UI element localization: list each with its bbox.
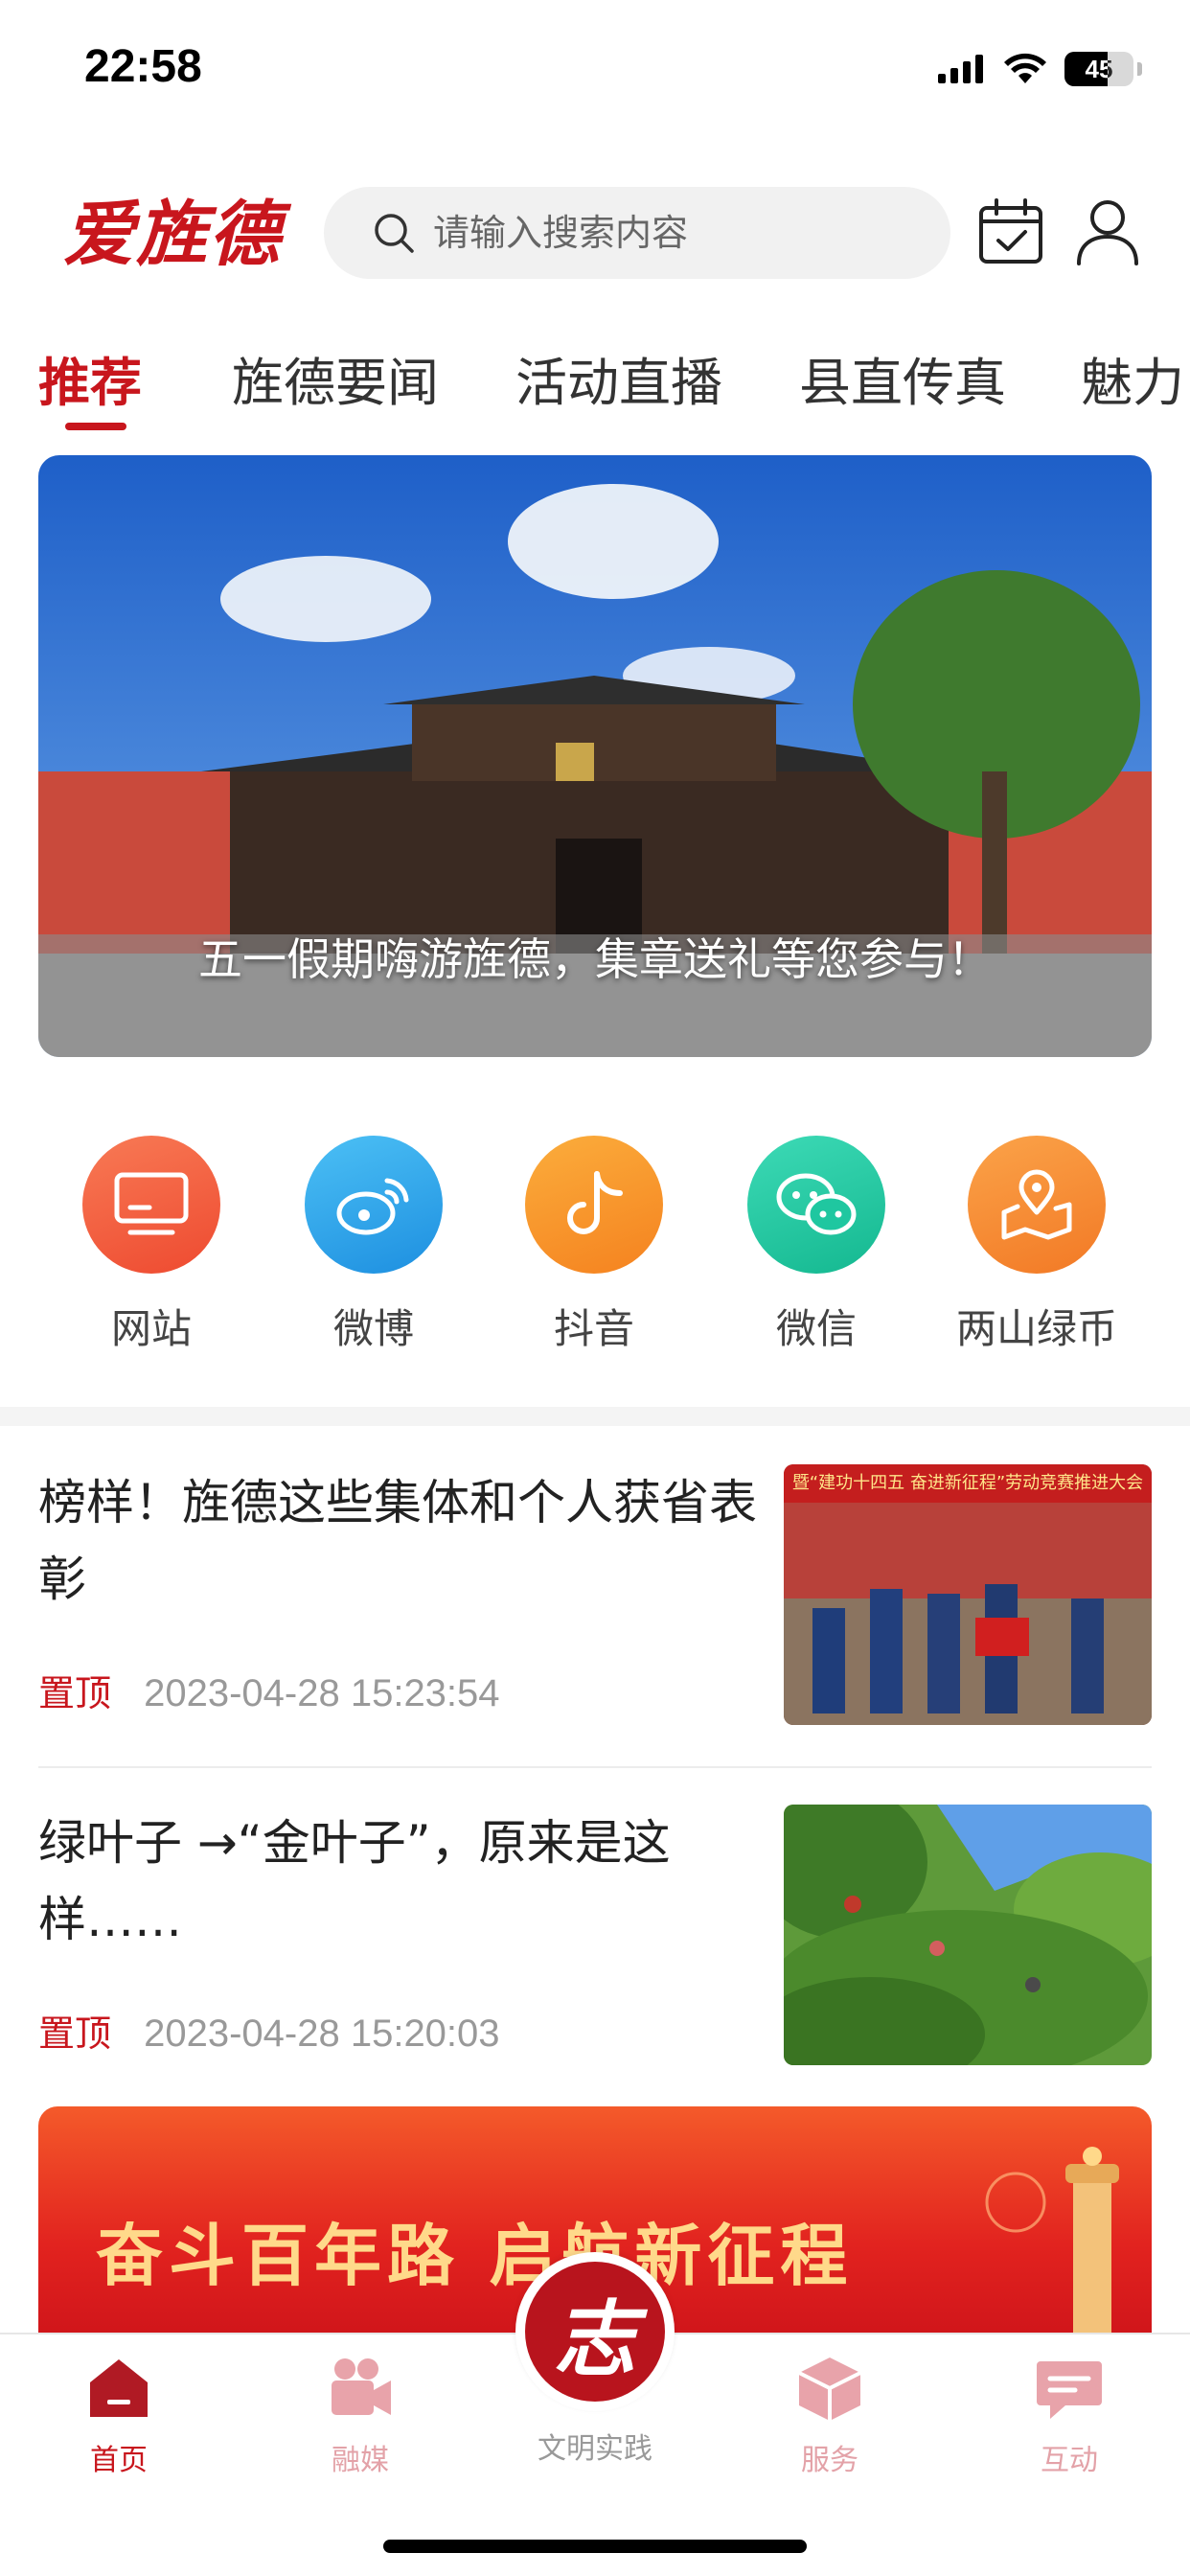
tab-recommend[interactable]: 推荐 [38, 340, 142, 416]
active-tab-indicator [65, 423, 126, 430]
app-header: 爱旌德 [0, 177, 1190, 288]
box-icon [798, 2358, 861, 2421]
quick-link-label: 微信 [775, 1305, 857, 1352]
category-tabs: 推荐 旌德要闻 活动直播 县直传真 魅力 [0, 331, 1190, 436]
monument-decoration [985, 2147, 1119, 2336]
banner-caption: 五一假期嗨游旌德，集章送礼等您参与！ [198, 933, 992, 985]
home-indicator[interactable] [383, 2540, 807, 2553]
news-title: 绿叶子 →“金叶子”，原来是这样…… [38, 1815, 671, 1947]
status-time: 22:58 [84, 41, 202, 92]
user-icon[interactable] [1073, 196, 1142, 265]
tab-county-fax[interactable]: 县直传真 [799, 340, 1006, 416]
battery-level: 45 [1085, 55, 1113, 83]
quick-link-green-coin[interactable]: 两山绿币 [941, 1136, 1133, 1355]
wifi-icon [1004, 53, 1046, 83]
section-divider [0, 1407, 1190, 1426]
quick-link-label: 微博 [332, 1305, 414, 1352]
calendar-check-icon[interactable] [977, 198, 1044, 265]
douyin-icon [525, 1136, 663, 1274]
app-logo[interactable]: 爱旌德 [63, 192, 293, 278]
promo-text: 奋斗百年路 启航新征程 [96, 2217, 854, 2295]
wechat-icon [747, 1136, 885, 1274]
news-separator [38, 1766, 1152, 1768]
news-item[interactable]: 绿叶子 →“金叶子”，原来是这样…… 置顶 2023-04-28 15:20:0… [38, 1785, 1152, 2065]
pinned-tag: 置顶 [38, 2012, 112, 2055]
bottom-nav: 首页 融媒 志 文明实践 服务 互动 [0, 2252, 1190, 2576]
news-time: 2023-04-28 15:20:03 [144, 2012, 500, 2055]
pinned-tag: 置顶 [38, 1672, 112, 1714]
weibo-icon [305, 1136, 443, 1274]
quick-link-label: 抖音 [553, 1305, 634, 1352]
nav-media[interactable]: 融媒 [284, 2352, 437, 2478]
news-thumbnail: 暨“建功十四五 奋进新征程”劳动竞赛推进大会 [784, 1464, 1152, 1725]
search-icon [375, 214, 414, 253]
news-thumbnail [784, 1805, 1152, 2065]
thumbnail-banner-text: 暨“建功十四五 奋进新征程”劳动竞赛推进大会 [791, 1473, 1144, 1493]
hero-banner[interactable]: 五一假期嗨游旌德，集章送礼等您参与！ [38, 455, 1152, 1057]
news-meta: 置顶 2023-04-28 15:20:03 [38, 2004, 500, 2057]
quick-link-douyin[interactable]: 抖音 [498, 1136, 690, 1355]
nav-label[interactable]: 文明实践 [498, 2425, 692, 2467]
news-title: 榜样！旌德这些集体和个人获省表彰 [38, 1475, 757, 1607]
tab-jingde-news[interactable]: 旌德要闻 [232, 340, 439, 416]
nav-label: 互动 [1041, 2444, 1098, 2477]
signal-icon [938, 55, 983, 83]
nav-service[interactable]: 服务 [753, 2352, 906, 2478]
home-icon [90, 2359, 148, 2417]
tab-live[interactable]: 活动直播 [515, 340, 722, 416]
status-icons: 45 [938, 50, 1142, 88]
news-meta: 置顶 2023-04-28 15:23:54 [38, 1664, 500, 1716]
status-bar: 22:58 45 [0, 0, 1190, 144]
nav-label: 首页 [90, 2444, 148, 2477]
nav-interact[interactable]: 互动 [993, 2352, 1146, 2478]
nav-label: 融媒 [332, 2444, 389, 2477]
nav-civilization-practice-button[interactable]: 志 [515, 2252, 675, 2411]
search-bar[interactable] [324, 187, 950, 279]
monitor-icon [82, 1136, 220, 1274]
quick-link-label: 网站 [110, 1305, 192, 1352]
chat-icon [1037, 2361, 1102, 2419]
video-camera-icon [332, 2358, 391, 2415]
news-item[interactable]: 榜样！旌德这些集体和个人获省表彰 置顶 2023-04-28 15:23:54 … [38, 1445, 1152, 1725]
battery-cap [1137, 62, 1142, 76]
nav-home[interactable]: 首页 [42, 2352, 195, 2478]
quick-link-wechat[interactable]: 微信 [721, 1136, 912, 1355]
volunteer-icon: 志 [525, 2262, 665, 2402]
map-pin-icon [968, 1136, 1106, 1274]
search-input[interactable] [433, 212, 912, 254]
quick-link-website[interactable]: 网站 [56, 1136, 247, 1355]
tab-charm[interactable]: 魅力 [1081, 340, 1184, 416]
nav-label: 服务 [801, 2444, 858, 2477]
battery-icon: 45 [1064, 52, 1133, 86]
news-time: 2023-04-28 15:23:54 [144, 1672, 500, 1714]
quick-link-label: 两山绿币 [955, 1305, 1117, 1352]
quick-link-weibo[interactable]: 微博 [278, 1136, 469, 1355]
quick-links: 网站 微博 抖音 微信 两山绿币 [0, 1136, 1190, 1366]
